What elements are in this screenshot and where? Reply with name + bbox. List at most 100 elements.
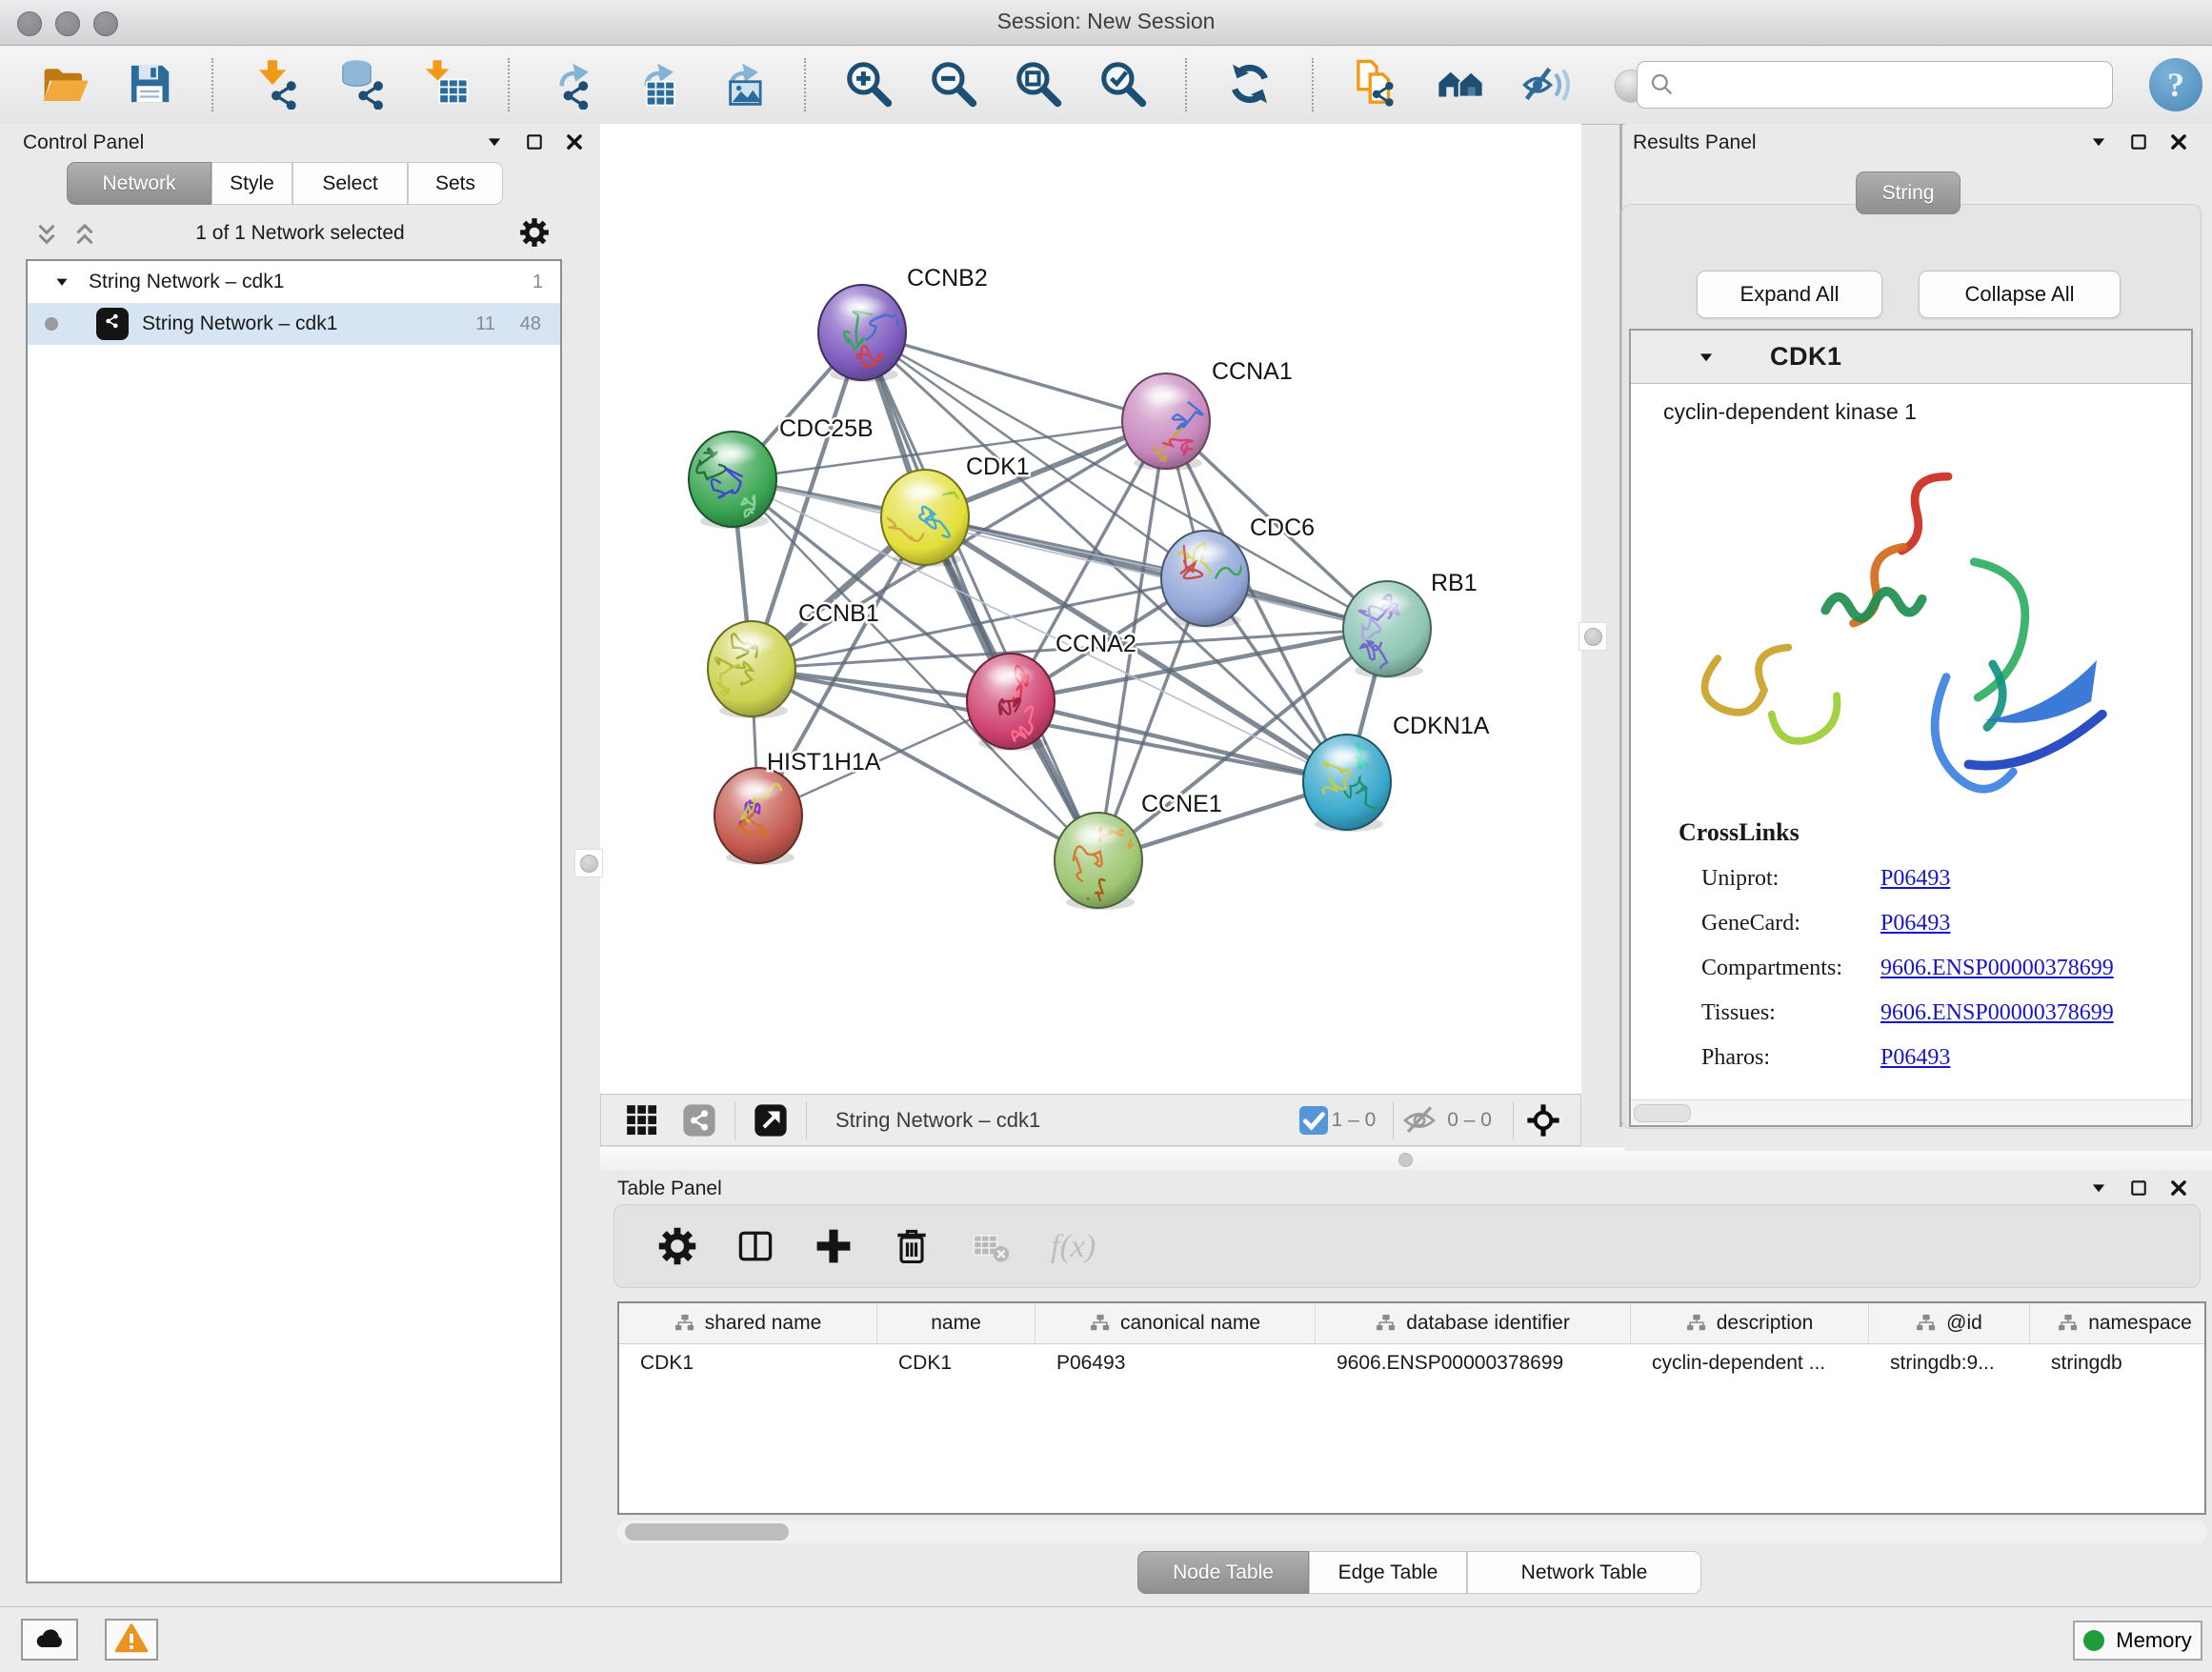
column-header-shared-name[interactable]: shared name (619, 1303, 877, 1343)
refresh-button[interactable] (1223, 58, 1277, 111)
table-hscroll-thumb[interactable] (625, 1523, 789, 1541)
column-header-name[interactable]: name (877, 1303, 1036, 1343)
cell-description[interactable]: cyclin-dependent ... (1631, 1344, 1869, 1382)
table-hscrollbar[interactable] (617, 1521, 2206, 1543)
edge-CCNB2-CCNE1[interactable] (862, 332, 1098, 860)
control-panel-close-icon[interactable] (564, 131, 585, 152)
zoom-out-button[interactable] (927, 58, 980, 111)
table-settings-button[interactable] (656, 1225, 698, 1267)
tab-string[interactable]: String (1856, 171, 1961, 214)
cell-database-identifier[interactable]: 9606.ENSP00000378699 (1316, 1344, 1631, 1382)
tab-style[interactable]: Style (211, 162, 292, 205)
search-input[interactable] (1685, 64, 2099, 104)
hidden-eye-icon[interactable] (1401, 1102, 1438, 1138)
node-CDKN1A[interactable] (1303, 735, 1391, 832)
birdseye-grid-icon[interactable] (624, 1102, 660, 1138)
column-header-@id[interactable]: @id (1869, 1303, 2030, 1343)
help-button[interactable]: ? (2149, 58, 2202, 111)
tab-edge-table[interactable]: Edge Table (1309, 1551, 1467, 1594)
column-header-database-identifier[interactable]: database identifier (1316, 1303, 1631, 1343)
export-network-button[interactable] (546, 58, 599, 111)
right-splitter-handle[interactable] (1579, 622, 1607, 651)
collapse-all-button[interactable]: Collapse All (1919, 271, 2121, 318)
fit-selected-crosshair-icon[interactable] (1525, 1102, 1561, 1138)
open-session-button[interactable] (38, 58, 91, 111)
tab-select[interactable]: Select (292, 162, 408, 205)
node-HIST1H1A[interactable] (714, 768, 802, 865)
crosslink-link[interactable]: 9606.ENSP00000378699 (1880, 956, 2114, 981)
hide-enhanced-labels-button[interactable] (1519, 58, 1573, 111)
splitter-grip[interactable] (1398, 1153, 1413, 1167)
cloud-status-button[interactable] (21, 1619, 78, 1661)
column-header-description[interactable]: description (1631, 1303, 1869, 1343)
protein-card-collapse-icon[interactable] (1696, 347, 1717, 368)
network-graph[interactable]: CCNB2CCNA1CDC25BCDK1CDC6RB1CCNB1CCNA2CDK… (600, 124, 1581, 1094)
column-header-canonical-name[interactable]: canonical name (1036, 1303, 1316, 1343)
column-header-namespace[interactable]: namespace (2030, 1303, 2206, 1343)
search-icon (1647, 70, 1678, 100)
edge-CCNA2-CDKN1A[interactable] (1011, 701, 1347, 782)
results-panel-float-icon[interactable] (2128, 131, 2149, 152)
string-protein-query-button[interactable] (1435, 58, 1488, 111)
crosslink-link[interactable]: P06493 (1880, 1045, 1950, 1071)
cell-@id[interactable]: stringdb:9... (1869, 1344, 2030, 1382)
network-row[interactable]: String Network – cdk1 11 48 (28, 303, 560, 345)
memory-button[interactable]: Memory (2073, 1621, 2202, 1661)
selected-checkbox-icon[interactable] (1296, 1102, 1322, 1138)
results-panel-collapse-icon[interactable] (2088, 131, 2109, 152)
network-from-file-button[interactable] (1350, 58, 1403, 111)
open-in-window-icon[interactable] (753, 1102, 789, 1138)
edge-CCNB2-CCNA1[interactable] (862, 332, 1166, 421)
delete-column-button[interactable] (891, 1225, 933, 1267)
save-session-button[interactable] (123, 58, 176, 111)
network-canvas[interactable]: CCNB2CCNA1CDC25BCDK1CDC6RB1CCNB1CCNA2CDK… (600, 124, 1581, 1094)
cell-shared-name[interactable]: CDK1 (619, 1344, 877, 1382)
node-CDC6[interactable] (1161, 531, 1263, 628)
cell-name[interactable]: CDK1 (877, 1344, 1036, 1382)
results-hscrollbar[interactable] (1631, 1099, 2191, 1125)
node-CCNA1[interactable] (1122, 373, 1210, 479)
node-CDC25B[interactable] (689, 432, 776, 529)
table-panel-close-icon[interactable] (2168, 1178, 2189, 1199)
table-panel-collapse-icon[interactable] (2088, 1178, 2109, 1199)
create-column-button[interactable] (813, 1225, 855, 1267)
node-CCNE1[interactable] (1055, 813, 1142, 917)
zoom-in-button[interactable] (842, 58, 895, 111)
collection-expand-icon[interactable] (52, 272, 71, 292)
node-CCNB1[interactable] (708, 621, 795, 718)
protein-card-header[interactable]: CDK1 (1631, 331, 2191, 384)
zoom-selected-button[interactable] (1096, 58, 1150, 111)
import-network-from-file-button[interactable] (250, 58, 303, 111)
table-panel-float-icon[interactable] (2128, 1178, 2149, 1199)
expand-all-button[interactable]: Expand All (1697, 271, 1882, 318)
zoom-fit-button[interactable] (1012, 58, 1065, 111)
network-options-gear-icon[interactable] (518, 216, 551, 249)
left-splitter-handle[interactable] (574, 849, 603, 877)
tab-network[interactable]: Network (67, 162, 211, 205)
crosslink-link[interactable]: 9606.ENSP00000378699 (1880, 1000, 2114, 1026)
export-image-button[interactable] (715, 58, 769, 111)
results-panel-close-icon[interactable] (2168, 131, 2189, 152)
crosslink-link[interactable]: P06493 (1880, 911, 1950, 937)
network-collection-row[interactable]: String Network – cdk1 1 (28, 261, 560, 303)
control-panel-collapse-icon[interactable] (484, 131, 505, 152)
tab-sets[interactable]: Sets (408, 162, 503, 205)
export-table-button[interactable] (631, 58, 684, 111)
show-columns-button[interactable] (734, 1225, 776, 1267)
tab-network-table[interactable]: Network Table (1467, 1551, 1701, 1594)
crosslink-link[interactable]: P06493 (1880, 866, 1950, 892)
delete-table-button[interactable] (969, 1225, 1011, 1267)
import-table-from-file-button[interactable] (419, 58, 473, 111)
table-row[interactable]: CDK1CDK1P064939606.ENSP00000378699cyclin… (619, 1344, 2204, 1382)
warnings-button[interactable] (105, 1619, 158, 1661)
cell-canonical-name[interactable]: P06493 (1036, 1344, 1316, 1382)
function-builder-button[interactable]: f(x) (1047, 1225, 1127, 1267)
results-hscroll-thumb[interactable] (1634, 1104, 1691, 1122)
collection-count: 1 (533, 272, 543, 293)
control-panel-float-icon[interactable] (524, 131, 545, 152)
tab-node-table[interactable]: Node Table (1137, 1551, 1309, 1594)
import-network-from-database-button[interactable] (334, 58, 388, 111)
cell-namespace[interactable]: stringdb (2030, 1344, 2206, 1382)
node-CCNA2[interactable] (967, 654, 1055, 751)
node-RB1[interactable] (1343, 581, 1431, 678)
